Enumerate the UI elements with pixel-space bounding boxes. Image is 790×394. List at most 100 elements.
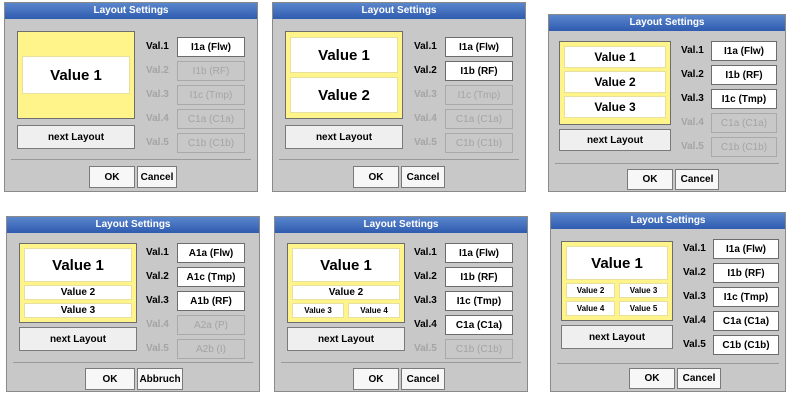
layout-preview[interactable]: Value 1 Value 2 xyxy=(285,31,403,119)
val-label-1: Val.1 xyxy=(146,247,169,258)
layout-preview[interactable]: Value 1 Value 2 Value 3 Value 4 xyxy=(287,243,405,323)
val-4-button[interactable]: C1a (C1a) xyxy=(711,113,777,133)
preview-value-2: Value 2 xyxy=(292,285,400,300)
val-label-4: Val.4 xyxy=(681,117,704,128)
preview-value-4: Value 4 xyxy=(348,303,400,318)
val-label-2: Val.2 xyxy=(146,271,169,282)
val-2-button[interactable]: I1b (RF) xyxy=(445,267,513,287)
val-5-button[interactable]: C1b (C1b) xyxy=(445,339,513,359)
val-1-button[interactable]: I1a (Flw) xyxy=(445,37,513,57)
ok-button[interactable]: OK xyxy=(629,368,675,389)
ok-button[interactable]: OK xyxy=(353,368,399,390)
val-label-3: Val.3 xyxy=(681,93,704,104)
val-label-5: Val.5 xyxy=(683,339,706,350)
val-label-1: Val.1 xyxy=(681,45,704,56)
next-layout-button[interactable]: next Layout xyxy=(559,129,671,151)
val-5-button[interactable]: A2b (I) xyxy=(177,339,245,359)
preview-value-1: Value 1 xyxy=(566,246,668,280)
cancel-button[interactable]: Cancel xyxy=(401,166,445,188)
val-label-4: Val.4 xyxy=(146,319,169,330)
separator xyxy=(557,363,779,364)
val-4-button[interactable]: A2a (P) xyxy=(177,315,245,335)
val-label-1: Val.1 xyxy=(414,247,437,258)
cancel-button[interactable]: Cancel xyxy=(137,166,177,188)
val-4-button[interactable]: C1a (C1a) xyxy=(445,315,513,335)
ok-button[interactable]: OK xyxy=(627,169,673,190)
val-label-2: Val.2 xyxy=(681,69,704,80)
preview-value-2: Value 2 xyxy=(290,77,398,113)
cancel-button[interactable]: Cancel xyxy=(401,368,445,390)
next-layout-button[interactable]: next Layout xyxy=(287,327,405,351)
dialog-title: Layout Settings xyxy=(275,217,527,233)
dialog-title: Layout Settings xyxy=(273,3,525,19)
preview-value-1: Value 1 xyxy=(22,56,130,94)
dialog-title: Layout Settings xyxy=(7,217,259,233)
val-4-button[interactable]: C1a (C1a) xyxy=(445,109,513,129)
dialog-title: Layout Settings xyxy=(549,15,785,31)
preview-value-3: Value 3 xyxy=(24,303,132,318)
ok-button[interactable]: OK xyxy=(353,166,399,188)
layout-preview[interactable]: Value 1 Value 2 Value 3 xyxy=(559,41,671,125)
preview-value-2: Value 2 xyxy=(566,283,615,298)
cancel-button[interactable]: Cancel xyxy=(677,368,721,389)
preview-value-2: Value 2 xyxy=(564,71,666,93)
val-4-button[interactable]: C1a (C1a) xyxy=(177,109,245,129)
val-3-button[interactable]: I1c (Tmp) xyxy=(177,85,245,105)
layout-preview[interactable]: Value 1 xyxy=(17,31,135,119)
val-1-button[interactable]: I1a (Flw) xyxy=(713,239,779,259)
preview-value-3: Value 3 xyxy=(619,283,668,298)
preview-value-1: Value 1 xyxy=(290,37,398,73)
preview-value-4: Value 4 xyxy=(566,301,615,316)
val-3-button[interactable]: A1b (RF) xyxy=(177,291,245,311)
val-label-4: Val.4 xyxy=(414,319,437,330)
ok-button[interactable]: OK xyxy=(89,166,135,188)
cancel-button[interactable]: Cancel xyxy=(675,169,719,190)
preview-value-1: Value 1 xyxy=(564,46,666,68)
dialog-title: Layout Settings xyxy=(551,213,785,229)
val-1-button[interactable]: A1a (Flw) xyxy=(177,243,245,263)
layout-settings-dialog-3: Layout Settings Value 1 Value 2 Value 3 … xyxy=(548,14,786,192)
cancel-button[interactable]: Abbruch xyxy=(137,368,183,390)
val-3-button[interactable]: I1c (Tmp) xyxy=(711,89,777,109)
val-2-button[interactable]: I1b (RF) xyxy=(445,61,513,81)
val-label-4: Val.4 xyxy=(683,315,706,326)
val-label-3: Val.3 xyxy=(146,295,169,306)
next-layout-button[interactable]: next Layout xyxy=(17,125,135,149)
val-2-button[interactable]: I1b (RF) xyxy=(713,263,779,283)
val-4-button[interactable]: C1a (C1a) xyxy=(713,311,779,331)
val-5-button[interactable]: C1b (C1b) xyxy=(713,335,779,355)
layout-preview[interactable]: Value 1 Value 2 Value 3 xyxy=(19,243,137,323)
next-layout-button[interactable]: next Layout xyxy=(561,325,673,349)
val-label-2: Val.2 xyxy=(414,271,437,282)
preview-value-1: Value 1 xyxy=(24,248,132,282)
layout-settings-dialog-6: Layout Settings Value 1 Value 2 Value 3 … xyxy=(550,212,786,392)
val-label-4: Val.4 xyxy=(414,113,437,124)
val-label-5: Val.5 xyxy=(681,141,704,152)
val-3-button[interactable]: I1c (Tmp) xyxy=(445,85,513,105)
layout-settings-dialog-2: Layout Settings Value 1 Value 2 Val.1 I1… xyxy=(272,2,526,192)
val-1-button[interactable]: I1a (Flw) xyxy=(711,41,777,61)
val-5-button[interactable]: C1b (C1b) xyxy=(711,137,777,157)
val-2-button[interactable]: I1b (RF) xyxy=(177,61,245,81)
val-label-1: Val.1 xyxy=(414,41,437,52)
val-label-5: Val.5 xyxy=(414,343,437,354)
val-1-button[interactable]: I1a (Flw) xyxy=(445,243,513,263)
layout-preview[interactable]: Value 1 Value 2 Value 3 Value 4 Value 5 xyxy=(561,241,673,321)
separator xyxy=(555,163,779,164)
layout-settings-dialog-4: Layout Settings Value 1 Value 2 Value 3 … xyxy=(6,216,260,392)
val-3-button[interactable]: I1c (Tmp) xyxy=(713,287,779,307)
ok-button[interactable]: OK xyxy=(85,368,135,390)
val-label-1: Val.1 xyxy=(146,41,169,52)
next-layout-button[interactable]: next Layout xyxy=(285,125,403,149)
val-5-button[interactable]: C1b (C1b) xyxy=(445,133,513,153)
val-3-button[interactable]: I1c (Tmp) xyxy=(445,291,513,311)
preview-value-2: Value 2 xyxy=(24,285,132,300)
val-label-5: Val.5 xyxy=(146,343,169,354)
val-2-button[interactable]: I1b (RF) xyxy=(711,65,777,85)
val-1-button[interactable]: I1a (Flw) xyxy=(177,37,245,57)
dialog-title: Layout Settings xyxy=(5,3,257,19)
val-2-button[interactable]: A1c (Tmp) xyxy=(177,267,245,287)
next-layout-button[interactable]: next Layout xyxy=(19,327,137,351)
val-5-button[interactable]: C1b (C1b) xyxy=(177,133,245,153)
val-label-3: Val.3 xyxy=(683,291,706,302)
